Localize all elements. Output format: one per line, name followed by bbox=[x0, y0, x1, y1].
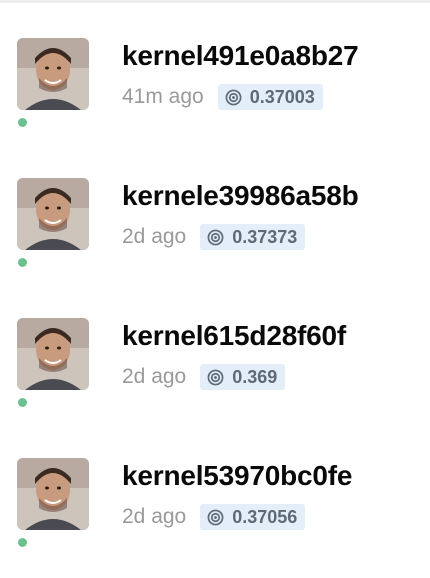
target-icon bbox=[207, 509, 224, 525]
kernel-list-item[interactable]: kernele39986a58b 2d ago 0.37373 bbox=[0, 178, 430, 298]
kernel-time: 41m ago bbox=[122, 85, 204, 108]
target-icon bbox=[207, 369, 224, 385]
author-avatar[interactable] bbox=[17, 458, 89, 530]
author-avatar[interactable] bbox=[17, 178, 89, 250]
kernel-title[interactable]: kernel615d28f60f bbox=[122, 320, 346, 352]
author-avatar[interactable] bbox=[17, 38, 89, 110]
status-dot bbox=[18, 538, 27, 547]
score-value: 0.37003 bbox=[249, 86, 315, 107]
avatar-image bbox=[17, 38, 89, 110]
target-icon bbox=[207, 229, 224, 245]
avatar-image bbox=[17, 178, 89, 250]
kernel-time: 2d ago bbox=[122, 365, 187, 388]
author-avatar[interactable] bbox=[17, 318, 89, 390]
status-dot bbox=[18, 118, 27, 127]
kernel-meta: 41m ago 0.37003 bbox=[122, 83, 323, 111]
score-value: 0.37373 bbox=[232, 226, 298, 247]
status-dot bbox=[18, 398, 27, 407]
status-dot bbox=[18, 258, 27, 267]
kernel-title[interactable]: kernel491e0a8b27 bbox=[122, 40, 359, 72]
score-value: 0.369 bbox=[232, 366, 278, 387]
kernel-meta: 2d ago 0.37373 bbox=[122, 223, 306, 251]
avatar-image bbox=[17, 318, 89, 390]
kernel-list-item[interactable]: kernel615d28f60f 2d ago 0.369 bbox=[0, 318, 430, 438]
kernel-title[interactable]: kernele39986a58b bbox=[122, 180, 359, 212]
score-value: 0.37056 bbox=[232, 506, 298, 527]
target-icon bbox=[225, 89, 242, 105]
score-badge: 0.369 bbox=[200, 364, 286, 390]
kernel-meta: 2d ago 0.369 bbox=[122, 363, 286, 391]
kernel-title[interactable]: kernel53970bc0fe bbox=[122, 460, 353, 492]
kernel-time: 2d ago bbox=[122, 505, 187, 528]
top-divider bbox=[0, 0, 430, 3]
kernel-time: 2d ago bbox=[122, 225, 187, 248]
score-badge: 0.37056 bbox=[200, 504, 306, 530]
avatar-image bbox=[17, 458, 89, 530]
kernel-meta: 2d ago 0.37056 bbox=[122, 503, 306, 531]
score-badge: 0.37373 bbox=[200, 224, 306, 250]
kernel-list-item[interactable]: kernel53970bc0fe 2d ago 0.37056 bbox=[0, 458, 430, 578]
kernel-list-item[interactable]: kernel491e0a8b27 41m ago 0.37003 bbox=[0, 38, 430, 158]
score-badge: 0.37003 bbox=[217, 84, 323, 110]
